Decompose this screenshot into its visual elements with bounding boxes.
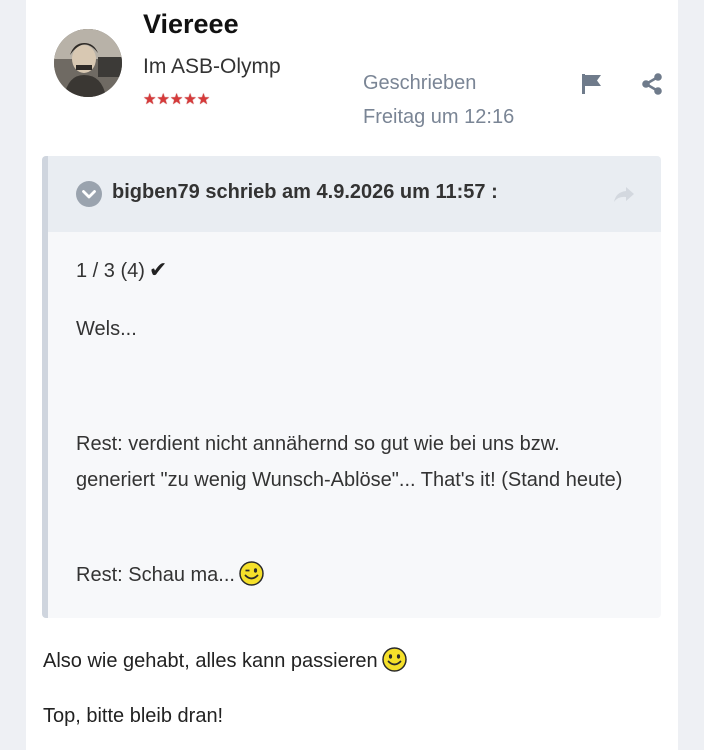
author-name[interactable]: Viereee bbox=[143, 9, 239, 40]
checkmark-icon: ✔ bbox=[148, 257, 168, 282]
posted-date[interactable]: Freitag um 12:16 bbox=[363, 106, 514, 129]
avatar-photo bbox=[54, 29, 122, 97]
chevron-down-circle-icon bbox=[82, 190, 96, 199]
share-icon bbox=[642, 73, 662, 95]
posted-label: Geschrieben bbox=[363, 72, 477, 94]
quote-line: 1 / 3 (4) ✔ bbox=[76, 252, 167, 289]
quote-line: Rest: Schau ma... bbox=[76, 557, 264, 593]
quote-jump-button[interactable] bbox=[612, 184, 636, 206]
quote-line: Wels... bbox=[76, 318, 137, 340]
author-rank: Im ASB-Olymp bbox=[143, 55, 281, 78]
post-text: Top, bitte bleib dran! bbox=[43, 705, 224, 727]
quote-toggle-button[interactable] bbox=[76, 181, 102, 207]
quote-line: Rest: verdient nicht annähernd so gut wi… bbox=[76, 433, 623, 491]
avatar[interactable] bbox=[54, 29, 122, 97]
rank-stars: ★★★★★ bbox=[143, 91, 211, 108]
quote-header: bigben79 schrieb am 4.9.2026 um 11:57 : bbox=[48, 156, 661, 232]
report-button[interactable] bbox=[580, 72, 606, 96]
quote-line-text: Rest: Schau ma... bbox=[76, 564, 235, 586]
post-text-line: Also wie gehabt, alles kann passieren bbox=[43, 650, 378, 672]
share-button[interactable] bbox=[640, 72, 664, 96]
wink-smiley-icon bbox=[239, 561, 264, 586]
forward-arrow-icon bbox=[614, 187, 634, 202]
quote-citation[interactable]: bigben79 schrieb am 4.9.2026 um 11:57 : bbox=[112, 181, 498, 204]
post-text: Also wie gehabt, alles kann passieren bbox=[43, 647, 407, 673]
quote-line-text: 1 / 3 (4) bbox=[76, 260, 145, 282]
smile-smiley-icon bbox=[381, 647, 407, 672]
post-card: Viereee Im ASB-Olymp ★★★★★ Geschrieben F… bbox=[26, 0, 678, 750]
quote-block: bigben79 schrieb am 4.9.2026 um 11:57 : … bbox=[42, 156, 661, 618]
flag-icon bbox=[582, 74, 601, 94]
